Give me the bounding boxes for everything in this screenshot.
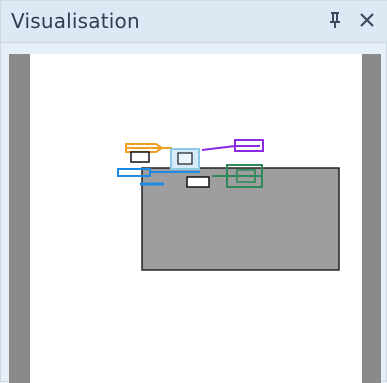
visualisation-panel: Visualisation [0,0,387,383]
panel-title: Visualisation [11,9,140,33]
selected-box-inner [177,152,193,165]
main-rectangle[interactable] [141,167,340,271]
visualisation-area [9,54,381,383]
purple-shape[interactable] [201,139,264,152]
visualisation-svg [117,139,340,271]
panel-titlebar: Visualisation [1,1,387,43]
pin-icon[interactable] [324,10,346,30]
small-box-left[interactable] [130,151,150,163]
visualisation-canvas[interactable] [30,54,362,383]
small-box-bottom[interactable] [186,176,210,188]
close-icon[interactable] [356,10,378,30]
orange-shape[interactable] [125,143,172,153]
